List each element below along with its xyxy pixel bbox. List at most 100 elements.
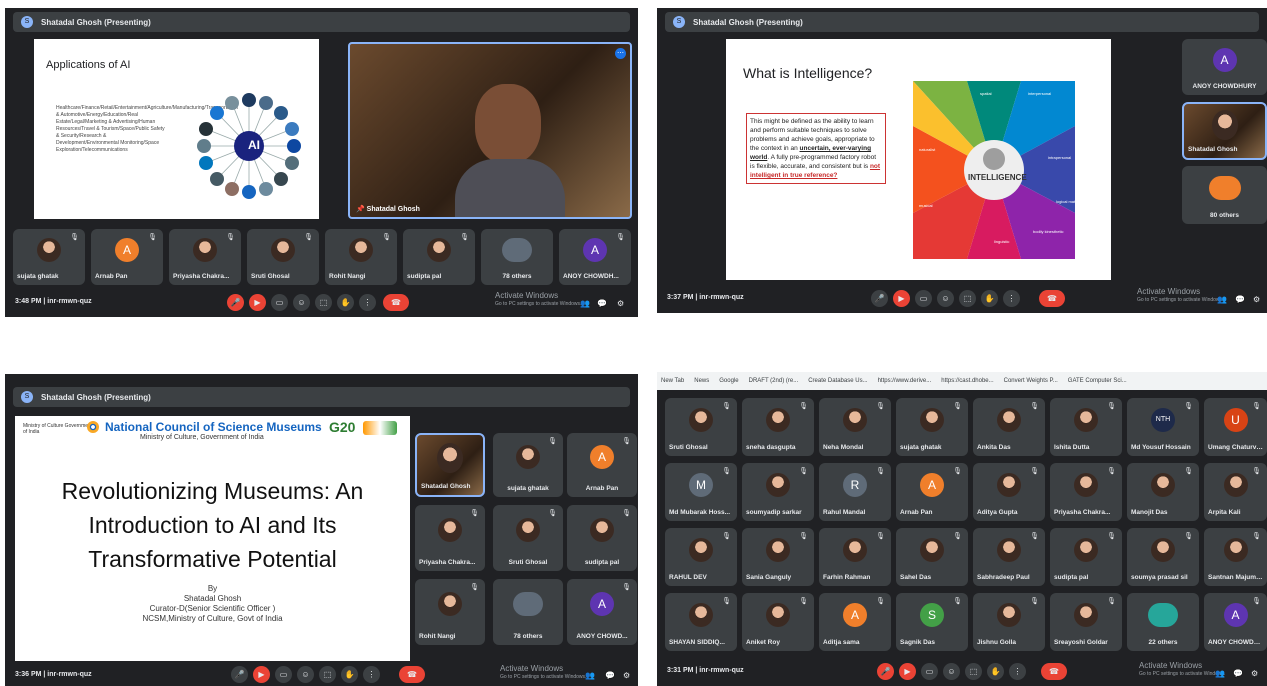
activities-icon[interactable]: ⚙	[1253, 295, 1260, 304]
participant-tile[interactable]: 🎙 Neha Mondal	[819, 398, 891, 456]
participant-tile[interactable]: 🎙 Sabhradeep Paul	[973, 528, 1045, 586]
camera-icon[interactable]: ▶	[899, 663, 916, 680]
participant-tile[interactable]: 🎙 Manojit Das	[1127, 463, 1199, 521]
activities-icon[interactable]: ⚙	[617, 299, 624, 308]
present-icon[interactable]: ⬚	[959, 290, 976, 307]
participant-tile[interactable]: 🎙 sujata ghatak	[13, 229, 85, 285]
camera-icon[interactable]: ▶	[249, 294, 266, 311]
speaker-tile[interactable]: Shatadal Ghosh	[415, 433, 485, 497]
speaker-video-tile[interactable]: ⋯ 📌 Shatadal Ghosh	[348, 42, 632, 219]
others-tile[interactable]: 22 others	[1127, 593, 1199, 651]
participant-tile[interactable]: 🎙 Rohit Nangi	[325, 229, 397, 285]
people-icon[interactable]: 👥	[1215, 669, 1225, 678]
people-icon[interactable]: 👥	[585, 671, 595, 680]
participant-tile[interactable]: 🎙 Santnan Majumd...	[1204, 528, 1267, 586]
participant-tile[interactable]: A 🎙 ANOY CHOWDH...	[1204, 593, 1267, 651]
participant-tile[interactable]: 🎙 Priyasha Chakra...	[415, 505, 485, 571]
people-icon[interactable]: 👥	[580, 299, 590, 308]
participant-tile[interactable]: 🎙 Aniket Roy	[742, 593, 814, 651]
participant-tile[interactable]: 🎙 sudipta pal	[567, 505, 637, 571]
hand-icon[interactable]: ✋	[337, 294, 354, 311]
participant-tile[interactable]: 🎙 Sahel Das	[896, 528, 968, 586]
participant-tile[interactable]: A 🎙 Arnab Pan	[91, 229, 163, 285]
chat-icon[interactable]: 💬	[605, 671, 615, 680]
mic-icon[interactable]: 🎤	[871, 290, 888, 307]
participant-tile[interactable]: 🎙 Jishnu Golla	[973, 593, 1045, 651]
participant-tile[interactable]: 🎙 Arpita Kali	[1204, 463, 1267, 521]
emoji-icon[interactable]: ☺	[297, 666, 314, 683]
end-call-icon[interactable]: ☎	[1041, 663, 1067, 680]
present-icon[interactable]: ⬚	[319, 666, 336, 683]
chat-icon[interactable]: 💬	[597, 299, 607, 308]
hand-icon[interactable]: ✋	[981, 290, 998, 307]
end-call-icon[interactable]: ☎	[1039, 290, 1065, 307]
end-call-icon[interactable]: ☎	[399, 666, 425, 683]
participant-tile[interactable]: 🎙 Sreayoshi Goldar	[1050, 593, 1122, 651]
people-icon[interactable]: 👥	[1217, 295, 1227, 304]
bookmark[interactable]: Convert Weights P...	[1004, 378, 1058, 384]
captions-icon[interactable]: ▭	[275, 666, 292, 683]
chat-icon[interactable]: 💬	[1235, 295, 1245, 304]
more-icon[interactable]: ⋮	[359, 294, 376, 311]
participant-tile[interactable]: NTH 🎙 Md Yousuf Hossain	[1127, 398, 1199, 456]
emoji-icon[interactable]: ☺	[293, 294, 310, 311]
captions-icon[interactable]: ▭	[271, 294, 288, 311]
mic-icon[interactable]: 🎤	[231, 666, 248, 683]
emoji-icon[interactable]: ☺	[943, 663, 960, 680]
bookmark[interactable]: https://cast.dhobe...	[941, 378, 993, 384]
participant-tile[interactable]: A 🎙 Arnab Pan	[896, 463, 968, 521]
more-icon[interactable]: ⋮	[1009, 663, 1026, 680]
participant-tile[interactable]: M 🎙 Md Mubarak Hoss...	[665, 463, 737, 521]
participant-tile[interactable]: 🎙 sujata ghatak	[896, 398, 968, 456]
bookmark[interactable]: https://www.derive...	[878, 378, 932, 384]
participant-tile[interactable]: 🎙 sudipta pal	[1050, 528, 1122, 586]
bookmark[interactable]: Google	[719, 378, 738, 384]
presenter-bar[interactable]: S Shatadal Ghosh (Presenting)	[665, 12, 1259, 32]
presenter-bar[interactable]: S Shatadal Ghosh (Presenting)	[13, 387, 630, 407]
participant-tile[interactable]: A 🎙 ANOY CHOWD...	[567, 579, 637, 645]
participant-tile[interactable]: 🎙 soumyadip sarkar	[742, 463, 814, 521]
more-icon[interactable]: ⋮	[363, 666, 380, 683]
bookmark[interactable]: News	[694, 378, 709, 384]
present-icon[interactable]: ⬚	[315, 294, 332, 311]
participant-tile[interactable]: 🎙 Priyasha Chakra...	[1050, 463, 1122, 521]
participant-tile[interactable]: A 🎙 ANOY CHOWDH...	[559, 229, 631, 285]
captions-icon[interactable]: ▭	[921, 663, 938, 680]
others-tile[interactable]: 80 others	[1182, 166, 1267, 224]
others-tile[interactable]: 78 others	[493, 579, 563, 645]
participant-tile[interactable]: 🎙 sudipta pal	[403, 229, 475, 285]
participant-tile[interactable]: 🎙 Priyasha Chakra...	[169, 229, 241, 285]
participant-tile[interactable]: 🎙 RAHUL DEV	[665, 528, 737, 586]
speaker-tile[interactable]: Shatadal Ghosh	[1182, 102, 1267, 160]
participant-tile[interactable]: 🎙 Sruti Ghosal	[665, 398, 737, 456]
activities-icon[interactable]: ⚙	[623, 671, 630, 680]
hand-icon[interactable]: ✋	[987, 663, 1004, 680]
participant-tile[interactable]: 🎙 SHAYAN SIDDIQ...	[665, 593, 737, 651]
participant-tile[interactable]: 🎙 sujata ghatak	[493, 433, 563, 497]
participant-tile[interactable]: A ANOY CHOWDHURY	[1182, 39, 1267, 95]
emoji-icon[interactable]: ☺	[937, 290, 954, 307]
camera-icon[interactable]: ▶	[893, 290, 910, 307]
participant-tile[interactable]: U 🎙 Umang Chaturve...	[1204, 398, 1267, 456]
presenter-bar[interactable]: S Shatadal Ghosh (Presenting)	[13, 12, 630, 32]
participant-tile[interactable]: 🎙 Ishita Dutta	[1050, 398, 1122, 456]
participant-tile[interactable]: R 🎙 Rahul Mandal	[819, 463, 891, 521]
hand-icon[interactable]: ✋	[341, 666, 358, 683]
bookmark[interactable]: Create Database Us...	[808, 378, 867, 384]
captions-icon[interactable]: ▭	[915, 290, 932, 307]
others-tile[interactable]: 78 others	[481, 229, 553, 285]
participant-tile[interactable]: S 🎙 Sagnik Das	[896, 593, 968, 651]
present-icon[interactable]: ⬚	[965, 663, 982, 680]
participant-tile[interactable]: 🎙 sneha dasgupta	[742, 398, 814, 456]
participant-tile[interactable]: A 🎙 Aditja sama	[819, 593, 891, 651]
bookmark[interactable]: DRAFT (2nd) (re...	[749, 378, 799, 384]
participant-tile[interactable]: A 🎙 Arnab Pan	[567, 433, 637, 497]
participant-tile[interactable]: 🎙 soumya prasad sil	[1127, 528, 1199, 586]
bookmark[interactable]: New Tab	[661, 378, 684, 384]
chat-icon[interactable]: 💬	[1233, 669, 1243, 678]
participant-tile[interactable]: 🎙 Ankita Das	[973, 398, 1045, 456]
participant-tile[interactable]: 🎙 Rohit Nangi	[415, 579, 485, 645]
more-icon[interactable]: ⋮	[1003, 290, 1020, 307]
mic-icon[interactable]: 🎤	[227, 294, 244, 311]
participant-tile[interactable]: 🎙 Sania Ganguly	[742, 528, 814, 586]
